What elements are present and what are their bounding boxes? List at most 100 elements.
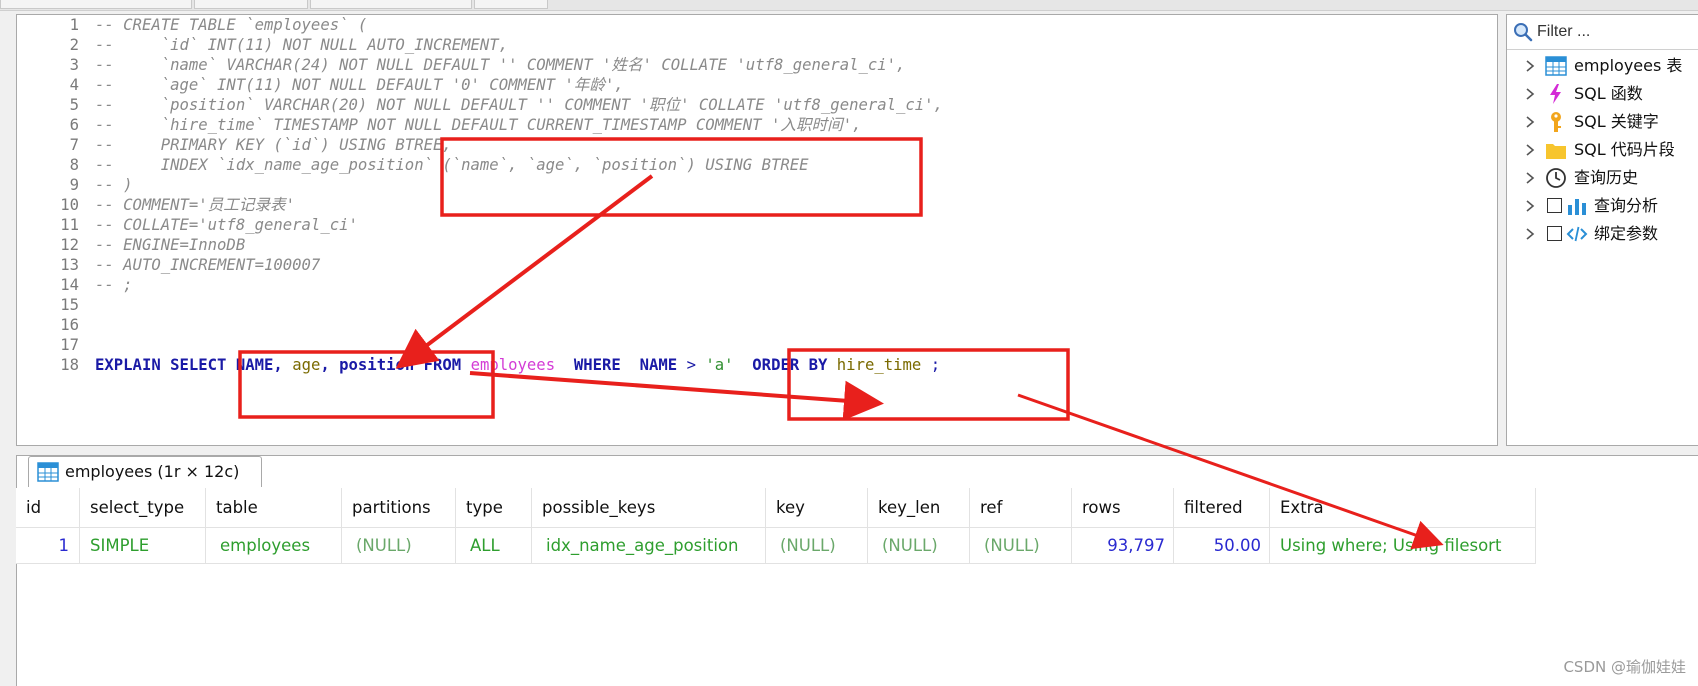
table-cell[interactable]: Using where; Using filesort — [1270, 528, 1536, 564]
comment-line: -- `id` INT(11) NOT NULL AUTO_INCREMENT, — [95, 36, 509, 54]
column-header[interactable]: id — [16, 488, 80, 528]
keyword-from: FROM — [423, 356, 462, 374]
column-header[interactable]: type — [456, 488, 532, 528]
keyword-select: SELECT — [170, 356, 227, 374]
column-header[interactable]: Extra — [1270, 488, 1536, 528]
column-header[interactable]: rows — [1072, 488, 1174, 528]
line-number: 10 — [60, 196, 79, 214]
chevron-right-icon[interactable] — [1523, 56, 1537, 76]
line-number: 17 — [60, 336, 79, 354]
keyword-order-by: ORDER BY — [752, 356, 828, 374]
editor-tab[interactable] — [0, 0, 192, 9]
column-header[interactable]: ref — [970, 488, 1072, 528]
column-header[interactable]: table — [206, 488, 342, 528]
sql-editor[interactable]: 1 2 3 4 5 6 7 8 9 10 11 12 13 14 15 16 1… — [16, 14, 1498, 446]
bind-params-checkbox[interactable] — [1547, 226, 1562, 241]
lightning-icon — [1550, 84, 1561, 104]
column-age: age — [292, 356, 321, 374]
line-number: 2 — [69, 36, 79, 54]
code-icon — [1566, 226, 1588, 242]
table-cell[interactable]: (NULL) — [970, 528, 1072, 564]
chevron-right-icon[interactable] — [1523, 140, 1537, 160]
order-column: hire_time — [836, 356, 922, 374]
tree-item-query-history[interactable]: 查询历史 — [1507, 163, 1698, 193]
filter-input[interactable] — [1537, 21, 1695, 43]
clock-icon — [1546, 168, 1566, 188]
column-header[interactable]: filtered — [1174, 488, 1270, 528]
code-area[interactable]: -- CREATE TABLE `employees` ( -- `id` IN… — [95, 15, 1497, 445]
comment-line: -- INDEX `idx_name_age_position` (`name`… — [95, 156, 809, 174]
line-number: 13 — [60, 256, 79, 274]
comment-line: -- COLLATE='utf8_general_ci' — [95, 216, 358, 234]
top-tab-strip — [0, 0, 1698, 11]
table-cell[interactable]: employees — [206, 528, 342, 564]
line-number: 15 — [60, 296, 79, 314]
chevron-right-icon[interactable] — [1523, 224, 1537, 244]
tree-item-sql-snippets[interactable]: SQL 代码片段 — [1507, 135, 1698, 165]
table-cell[interactable]: SIMPLE — [80, 528, 206, 564]
column-header[interactable]: select_type — [80, 488, 206, 528]
line-number: 3 — [69, 56, 79, 74]
line-number: 16 — [60, 316, 79, 334]
comment-line: -- AUTO_INCREMENT=100007 — [95, 256, 321, 274]
table-cell[interactable]: 1 — [16, 528, 80, 564]
table-cell[interactable]: (NULL) — [342, 528, 456, 564]
tree-item-sql-keywords[interactable]: SQL 关键字 — [1507, 107, 1698, 137]
comment-line: -- ) — [95, 176, 133, 194]
comment-line: -- `hire_time` TIMESTAMP NOT NULL DEFAUL… — [95, 116, 862, 134]
chevron-right-icon[interactable] — [1523, 196, 1537, 216]
editor-tab[interactable] — [194, 0, 308, 9]
tree-item-label: SQL 代码片段 — [1574, 140, 1675, 159]
tree-item-label: 查询历史 — [1574, 168, 1639, 187]
keyword-where: WHERE — [573, 356, 621, 374]
tree-item-label: SQL 关键字 — [1574, 112, 1659, 131]
tree-item-label: 绑定参数 — [1594, 224, 1659, 243]
operator-gt: > — [686, 356, 696, 374]
editor-tab[interactable] — [310, 0, 472, 9]
line-number: 9 — [69, 176, 79, 194]
key-icon — [1551, 112, 1561, 132]
table-cell[interactable]: (NULL) — [868, 528, 970, 564]
table-name: employees — [470, 356, 556, 374]
folder-icon — [1546, 144, 1566, 159]
tree-item-sql-functions[interactable]: SQL 函数 — [1507, 79, 1698, 109]
line-number: 11 — [60, 216, 79, 234]
editor-tab[interactable] — [474, 0, 548, 9]
chevron-right-icon[interactable] — [1523, 168, 1537, 188]
comment-line: -- `age` INT(11) NOT NULL DEFAULT '0' CO… — [95, 76, 624, 94]
string-literal: 'a' — [705, 356, 734, 374]
line-number: 1 — [69, 16, 79, 34]
table-cell[interactable]: 50.00 — [1174, 528, 1270, 564]
semicolon: ; — [930, 356, 941, 374]
line-number: 8 — [69, 156, 79, 174]
search-icon — [1514, 23, 1533, 42]
chevron-right-icon[interactable] — [1523, 112, 1537, 132]
line-number: 5 — [69, 96, 79, 114]
tree-item-employees[interactable]: employees 表 — [1507, 51, 1698, 81]
table-cell[interactable]: idx_name_age_position — [532, 528, 766, 564]
column-header[interactable]: key — [766, 488, 868, 528]
chevron-right-icon[interactable] — [1523, 84, 1537, 104]
table-cell[interactable]: 93,797 — [1072, 528, 1174, 564]
column-header[interactable]: partitions — [342, 488, 456, 528]
comment-line: -- PRIMARY KEY (`id`) USING BTREE, — [95, 136, 452, 154]
column-header[interactable]: key_len — [868, 488, 970, 528]
query-analysis-checkbox[interactable] — [1547, 198, 1562, 213]
comment-line: -- ENGINE=InnoDB — [95, 236, 246, 254]
line-number: 4 — [69, 76, 79, 94]
keyword-explain: EXPLAIN — [95, 356, 161, 374]
comma: , — [320, 356, 330, 374]
comment-line: -- COMMENT='员工记录表' — [95, 196, 296, 214]
comment-line: -- CREATE TABLE `employees` ( — [95, 16, 368, 34]
comment-line: -- `position` VARCHAR(20) NOT NULL DEFAU… — [95, 96, 943, 114]
line-number: 7 — [69, 136, 79, 154]
result-tab[interactable]: employees (1r × 12c) — [28, 456, 262, 487]
tree-item-bind-params[interactable]: 绑定参数 — [1507, 219, 1698, 249]
table-cell[interactable]: (NULL) — [766, 528, 868, 564]
line-number-gutter: 1 2 3 4 5 6 7 8 9 10 11 12 13 14 15 16 1… — [17, 15, 89, 445]
tree-item-query-analysis[interactable]: 查询分析 — [1507, 191, 1698, 221]
table-icon — [1545, 56, 1567, 76]
column-position: position — [339, 356, 415, 374]
table-cell[interactable]: ALL — [456, 528, 532, 564]
column-header[interactable]: possible_keys — [532, 488, 766, 528]
